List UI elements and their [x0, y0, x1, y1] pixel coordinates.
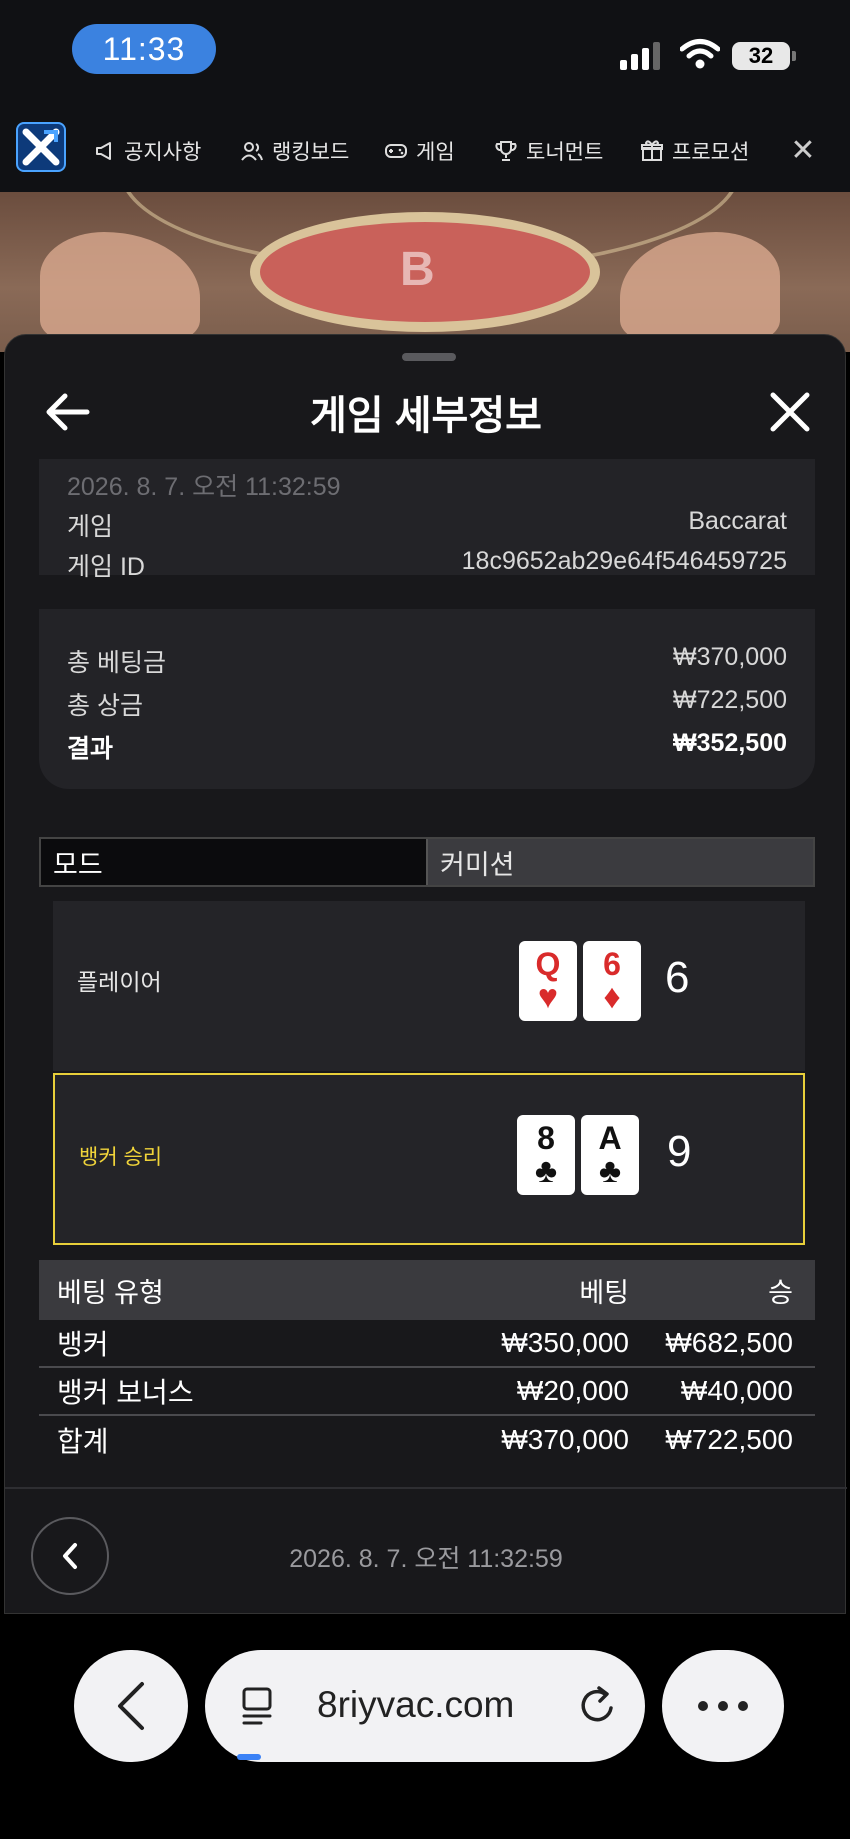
footer-divider [5, 1487, 847, 1489]
nav-games-label: 게임 [416, 141, 455, 164]
site-logo[interactable] [16, 122, 66, 172]
result-label: 결과 [67, 735, 114, 763]
page-menu-icon[interactable] [241, 1686, 273, 1726]
club-suit-icon: ♣ [598, 1152, 622, 1190]
banker-total: 9 [667, 1127, 692, 1176]
game-id-row: 게임 ID 18c9652ab29e64f546459725 [67, 547, 787, 583]
nav-promotion[interactable]: 프로모션 [640, 134, 749, 168]
battery-indicator: 32 [732, 42, 796, 70]
total-bet-label: 총 베팅금 [67, 649, 166, 677]
site-nav: 공지사항 랭킹보드 게임 토너먼트 프로모션 ✕ [0, 108, 850, 192]
nav-notice-label: 공지사항 [124, 141, 202, 164]
table-row: 뱅커 보너스 ₩20,000 ₩40,000 [39, 1368, 815, 1416]
footer-timestamp: 2026. 8. 7. 오전 11:32:59 [289, 1545, 563, 1573]
game-timestamp: 2026. 8. 7. 오전 11:32:59 [67, 473, 341, 501]
sheet-drag-handle[interactable] [402, 353, 456, 361]
playing-card: A ♣ [581, 1115, 639, 1195]
total-prize-row: 총 상금 ₩722,500 [67, 686, 787, 722]
status-time: 11:33 [72, 24, 216, 74]
game-info-card: 2026. 8. 7. 오전 11:32:59 게임 Baccarat 게임 I… [39, 459, 815, 581]
mode-row: 모드 커미션 [39, 837, 815, 887]
game-value: Baccarat [688, 507, 787, 535]
result-row: 결과 ₩352,500 [67, 729, 787, 765]
player-total: 6 [665, 953, 690, 1002]
url-text: 8riyvac.com [317, 1684, 515, 1725]
playing-card: 6 ♦ [583, 941, 641, 1021]
logo-x-icon [22, 128, 60, 166]
more-options-button[interactable] [662, 1650, 784, 1762]
player-hand: 플레이어 Q ♥ 6 ♦ 6 [53, 901, 805, 1071]
reload-icon[interactable] [575, 1684, 619, 1728]
nav-tournament-label: 토너먼트 [526, 141, 604, 164]
mode-value: 커미션 [428, 839, 813, 885]
table-row: 뱅커 ₩350,000 ₩682,500 [39, 1320, 815, 1368]
banker-table-mark: B [400, 243, 435, 296]
nav-ranking[interactable]: 랭킹보드 [240, 134, 349, 168]
dot-icon [738, 1701, 748, 1711]
mode-label: 모드 [41, 839, 428, 885]
game-row: 게임 Baccarat [67, 507, 787, 543]
bets-table-header: 베팅 유형 베팅 승 [39, 1260, 815, 1320]
player-label: 플레이어 [77, 969, 162, 995]
address-bar[interactable]: 8riyvac.com [205, 1650, 645, 1762]
club-suit-icon: ♣ [534, 1152, 558, 1190]
game-details-sheet: 게임 세부정보 2026. 8. 7. 오전 11:32:59 게임 Bacca… [4, 334, 847, 1614]
megaphone-icon [96, 142, 111, 160]
summary-card: 총 베팅금 ₩370,000 총 상금 ₩722,500 결과 ₩352,500 [39, 609, 815, 789]
banker-win-label: 뱅커 승리 [79, 1146, 163, 1169]
users-icon [241, 142, 263, 161]
chevron-left-icon [118, 1682, 144, 1730]
gamepad-icon [385, 144, 407, 158]
game-label: 게임 [67, 513, 114, 541]
heart-suit-icon: ♥ [537, 978, 559, 1016]
total-prize-value: ₩722,500 [673, 686, 787, 714]
bets-table: 베팅 유형 베팅 승 뱅커 ₩350,000 ₩682,500 뱅커 보너스 ₩… [39, 1260, 815, 1464]
browser-back-button[interactable] [74, 1650, 188, 1762]
nav-tournament[interactable]: 토너먼트 [494, 134, 603, 168]
load-progress [237, 1754, 261, 1760]
diamond-suit-icon: ♦ [603, 978, 621, 1016]
status-bar: 11:33 32 [0, 0, 850, 108]
game-id-value: 18c9652ab29e64f546459725 [461, 547, 787, 575]
table-row-total: 합계 ₩370,000 ₩722,500 [57, 1424, 793, 1457]
banker-hand: 뱅커 승리 8 ♣ A ♣ 9 [53, 1073, 805, 1245]
gift-icon [641, 140, 663, 161]
result-value: ₩352,500 [673, 729, 787, 757]
nav-notice[interactable]: 공지사항 [94, 134, 201, 168]
cellular-signal-icon [620, 42, 660, 70]
nav-close-button[interactable]: ✕ [788, 130, 818, 170]
live-game-background: B [0, 192, 850, 352]
nav-ranking-label: 랭킹보드 [272, 141, 350, 164]
nav-games[interactable]: 게임 [384, 134, 455, 168]
nav-promotion-label: 프로모션 [672, 141, 750, 164]
dot-icon [718, 1701, 728, 1711]
dot-icon [698, 1701, 708, 1711]
wifi-icon [680, 39, 720, 69]
playing-card: 8 ♣ [517, 1115, 575, 1195]
total-bet-row: 총 베팅금 ₩370,000 [67, 643, 787, 679]
playing-card: Q ♥ [519, 941, 577, 1021]
close-icon[interactable] [765, 387, 815, 437]
total-bet-value: ₩370,000 [673, 643, 787, 671]
total-prize-label: 총 상금 [67, 692, 143, 720]
trophy-icon [495, 141, 517, 161]
browser-toolbar: 8riyvac.com [0, 1614, 850, 1839]
sheet-title: 게임 세부정보 [310, 394, 542, 438]
game-id-label: 게임 ID [67, 553, 145, 581]
